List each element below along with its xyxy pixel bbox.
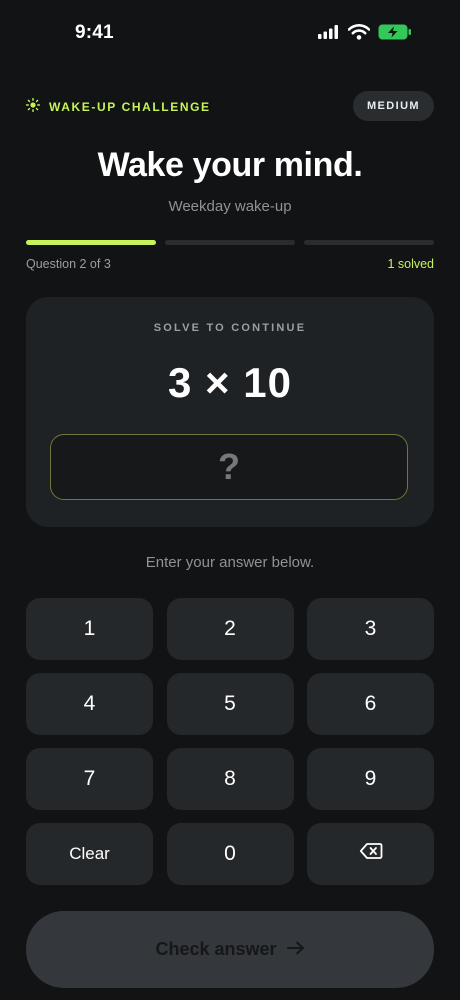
- key-4[interactable]: 4: [26, 673, 153, 735]
- challenge-header: WAKE-UP CHALLENGE: [25, 97, 211, 115]
- page-title: Wake your mind.: [97, 146, 363, 184]
- key-3[interactable]: 3: [307, 598, 434, 660]
- page-subtitle: Weekday wake-up: [168, 198, 292, 215]
- status-time: 9:41: [75, 22, 114, 43]
- answer-field[interactable]: ?: [50, 434, 408, 500]
- card-label: SOLVE TO CONTINUE: [153, 322, 307, 334]
- wifi-icon: [347, 24, 371, 45]
- key-2[interactable]: 2: [166, 598, 294, 660]
- equation: 3 × 10: [168, 359, 292, 406]
- keypad: 1 2 3 4 5 6 7 8 9 Clear 0: [26, 598, 434, 885]
- question-counter: Question 2 of 3: [26, 257, 111, 271]
- hint-text: Enter your answer below.: [145, 554, 315, 571]
- progress-segment-3: [304, 240, 434, 245]
- progress-bar: [26, 240, 434, 245]
- signal-icon: [318, 25, 340, 44]
- progress-segment-2: [165, 240, 295, 245]
- battery-charging-icon: [378, 24, 412, 45]
- challenge-card: SOLVE TO CONTINUE 3 × 10 ?: [26, 297, 434, 527]
- status-icons: [318, 24, 412, 45]
- key-8[interactable]: 8: [166, 748, 294, 810]
- solved-count: 1 solved: [387, 257, 434, 271]
- clear-button[interactable]: Clear: [26, 823, 153, 885]
- key-9[interactable]: 9: [307, 748, 434, 810]
- key-0[interactable]: 0: [166, 823, 294, 885]
- progress-segment-1: [26, 240, 156, 245]
- key-6[interactable]: 6: [307, 673, 434, 735]
- backspace-icon: [359, 842, 383, 866]
- backspace-button[interactable]: [307, 823, 434, 885]
- arrow-right-icon: [286, 939, 305, 960]
- key-5[interactable]: 5: [166, 673, 294, 735]
- difficulty-badge: MEDIUM: [352, 91, 434, 121]
- key-1[interactable]: 1: [26, 598, 153, 660]
- challenge-label: WAKE-UP CHALLENGE: [49, 99, 211, 114]
- sun-icon: [25, 97, 41, 115]
- key-7[interactable]: 7: [26, 748, 153, 810]
- check-answer-label: Check answer: [155, 939, 277, 959]
- check-answer-button[interactable]: Check answer: [26, 911, 434, 988]
